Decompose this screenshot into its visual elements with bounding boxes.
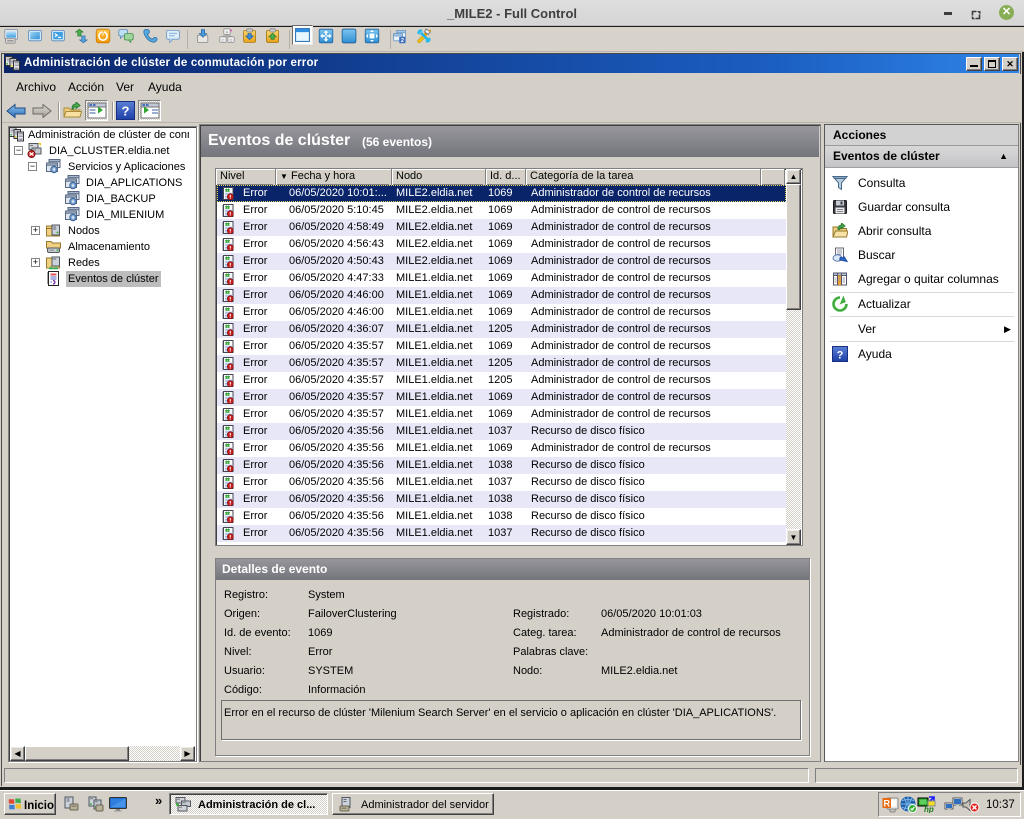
svg-text:C: C xyxy=(222,38,225,43)
svg-text:A: A xyxy=(226,30,229,35)
svg-text:?: ? xyxy=(122,104,130,119)
svg-text:hp: hp xyxy=(924,805,934,813)
svg-text:?: ? xyxy=(837,350,844,362)
svg-text:R: R xyxy=(883,799,890,809)
svg-text:2: 2 xyxy=(401,38,404,44)
svg-text:D: D xyxy=(230,38,233,43)
